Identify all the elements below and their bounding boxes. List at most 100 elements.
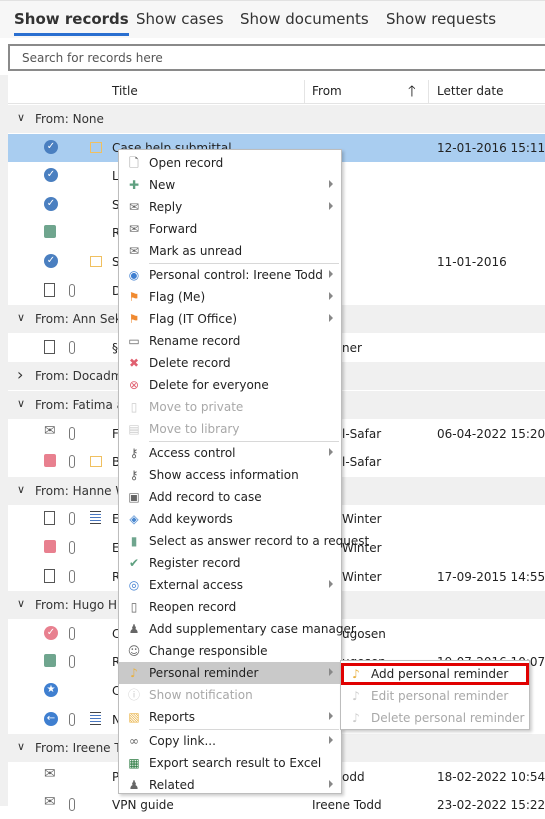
menu-item-select-as-answer-record-to-a-request[interactable]: ▮ Select as answer record to a request	[119, 530, 370, 552]
menu-item-label: Edit personal reminder	[371, 689, 509, 703]
menu-item-new[interactable]: ✚ New	[119, 174, 341, 196]
menu-item-label: Copy link...	[149, 734, 216, 748]
document-icon	[44, 511, 55, 526]
chevron-down-icon[interactable]: ∨	[17, 397, 25, 410]
menu-item-label: New	[149, 178, 176, 192]
menu-item-add-record-to-case[interactable]: ▣ Add record to case	[119, 486, 341, 508]
menu-item-external-access[interactable]: ◎ External access	[119, 574, 341, 596]
menu-item-mark-as-unread[interactable]: ✉ Mark as unread	[119, 240, 341, 262]
menu-item-open-record[interactable]: 🗋 Open record	[119, 152, 341, 174]
paperclip-icon: |	[69, 712, 75, 726]
menu-item-access-control[interactable]: ⚷ Access control	[119, 442, 341, 464]
submenu-arrow-icon	[329, 448, 333, 456]
excel-icon: ▦	[128, 756, 140, 770]
menu-item-export-search-result-to-excel[interactable]: ▦ Export search result to Excel	[119, 752, 341, 774]
menu-item-show-access-information[interactable]: ⚷ Show access information	[119, 464, 341, 486]
menu-item-label: Show access information	[149, 468, 299, 482]
menu-item-delete-for-everyone[interactable]: ⊗ Delete for everyone	[119, 374, 341, 396]
menu-item-label: Add personal reminder	[371, 667, 509, 681]
column-from[interactable]: From	[312, 84, 342, 98]
user-icon: ☺	[127, 644, 141, 658]
book-icon: ▮	[130, 534, 138, 548]
users-add-icon: ♟	[128, 622, 140, 636]
record-letter-date: 17-09-2015 14:55	[437, 569, 545, 584]
search-input[interactable]: Search for records here	[8, 44, 545, 71]
reopen-icon: ▯	[130, 600, 138, 614]
tab-show-records[interactable]: Show records	[14, 10, 129, 36]
menu-item-personal-control-ireene-todd[interactable]: ◉ Personal control: Ireene Todd	[119, 264, 341, 286]
menu-item-label: Open record	[149, 156, 224, 170]
menu-item-flag-me[interactable]: ⚑ Flag (Me)	[119, 286, 341, 308]
bell-add-icon: ♪	[352, 667, 360, 681]
paperclip-icon: |	[69, 569, 75, 583]
record-from: odd	[342, 769, 365, 784]
note-icon	[90, 256, 102, 267]
menu-item-forward[interactable]: ✉ Forward	[119, 218, 341, 240]
arrow-up-icon[interactable]: 🡑	[408, 81, 416, 106]
menu-item-add-supplementary-case-manager[interactable]: ♟ Add supplementary case manager	[119, 618, 356, 640]
menu-item-reopen-record[interactable]: ▯ Reopen record	[119, 596, 341, 618]
menu-item-add-personal-reminder[interactable]: ♪ Add personal reminder	[341, 663, 529, 685]
menu-item-label: Rename record	[149, 334, 241, 348]
menu-item-rename-record[interactable]: ▭ Rename record	[119, 330, 341, 352]
column-title[interactable]: Title	[112, 84, 138, 98]
record-letter-date: 23-02-2022 15:22	[437, 798, 545, 813]
column-divider[interactable]	[304, 80, 305, 104]
chevron-down-icon[interactable]: ∨	[17, 597, 25, 610]
column-letter-date[interactable]: Letter date	[437, 84, 503, 98]
note-icon	[90, 456, 102, 468]
menu-item-register-record[interactable]: ✔ Register record	[119, 552, 341, 574]
x-icon: ✖	[128, 356, 140, 370]
bell-delete-icon: ♪	[352, 711, 360, 725]
submenu-arrow-icon	[329, 292, 333, 300]
menu-item-delete-personal-reminder: ♪ Delete personal reminder	[341, 707, 529, 729]
paperclip-icon: |	[69, 655, 75, 669]
check-icon: ✓	[44, 168, 58, 183]
menu-item-add-keywords[interactable]: ◈ Add keywords	[119, 508, 341, 530]
tab-show-requests[interactable]: Show requests	[386, 10, 496, 28]
chevron-down-icon[interactable]: ∨	[17, 483, 25, 496]
menu-item-copy-link[interactable]: ∞ Copy link...	[119, 730, 341, 752]
submenu-arrow-icon	[329, 780, 333, 788]
submenu-arrow-icon	[329, 668, 333, 676]
chevron-down-icon[interactable]: ∨	[17, 311, 25, 324]
back-arrow-icon: ←	[44, 711, 58, 726]
briefcase-icon: ▣	[128, 490, 140, 504]
menu-item-flag-it-office[interactable]: ⚑ Flag (IT Office)	[119, 308, 341, 330]
submenu-arrow-icon	[329, 180, 333, 188]
menu-item-personal-reminder[interactable]: ♪ Personal reminder	[119, 662, 341, 684]
book-red-icon	[44, 540, 56, 553]
checkmark-icon: ✔	[128, 556, 140, 570]
column-divider[interactable]	[428, 80, 429, 104]
menu-item-label: Select as answer record to a request	[149, 534, 370, 548]
mail-icon: ✉	[128, 244, 140, 258]
submenu-arrow-icon	[329, 314, 333, 322]
book-info-icon	[44, 654, 56, 668]
record-from: Ireene Todd	[312, 798, 382, 813]
group-header[interactable]: ∨ From: None	[8, 105, 545, 133]
chevron-down-icon[interactable]: ∨	[17, 111, 25, 124]
record-from: l-Safar	[342, 455, 382, 470]
menu-item-reply[interactable]: ✉ Reply	[119, 196, 341, 218]
book-green-icon	[44, 225, 56, 239]
menu-item-delete-record[interactable]: ✖ Delete record	[119, 352, 341, 374]
menu-item-label: Register record	[149, 556, 241, 570]
key-icon: ⚷	[129, 468, 139, 482]
plus-icon: ✚	[128, 178, 140, 192]
menu-item-related[interactable]: ♟ Related	[119, 774, 341, 796]
info-icon: ⓘ	[127, 688, 140, 702]
record-title[interactable]: VPN guide	[112, 798, 174, 812]
tab-show-cases[interactable]: Show cases	[136, 10, 224, 28]
key-icon: ⚷	[129, 446, 139, 460]
paperclip-icon: |	[69, 283, 75, 297]
lock-doc-icon: ▯	[130, 400, 138, 414]
chevron-down-icon[interactable]: ∨	[17, 740, 25, 753]
group-label: From: Ann Sekn	[35, 312, 130, 327]
menu-item-reports[interactable]: ▧ Reports	[119, 706, 341, 728]
submenu-arrow-icon	[329, 736, 333, 744]
chevron-right-icon[interactable]: ›	[17, 365, 23, 384]
submenu-arrow-icon	[329, 270, 333, 278]
reply-mail-icon: ✉	[128, 200, 140, 214]
tab-show-documents[interactable]: Show documents	[240, 10, 369, 28]
menu-item-change-responsible[interactable]: ☺ Change responsible	[119, 640, 341, 662]
